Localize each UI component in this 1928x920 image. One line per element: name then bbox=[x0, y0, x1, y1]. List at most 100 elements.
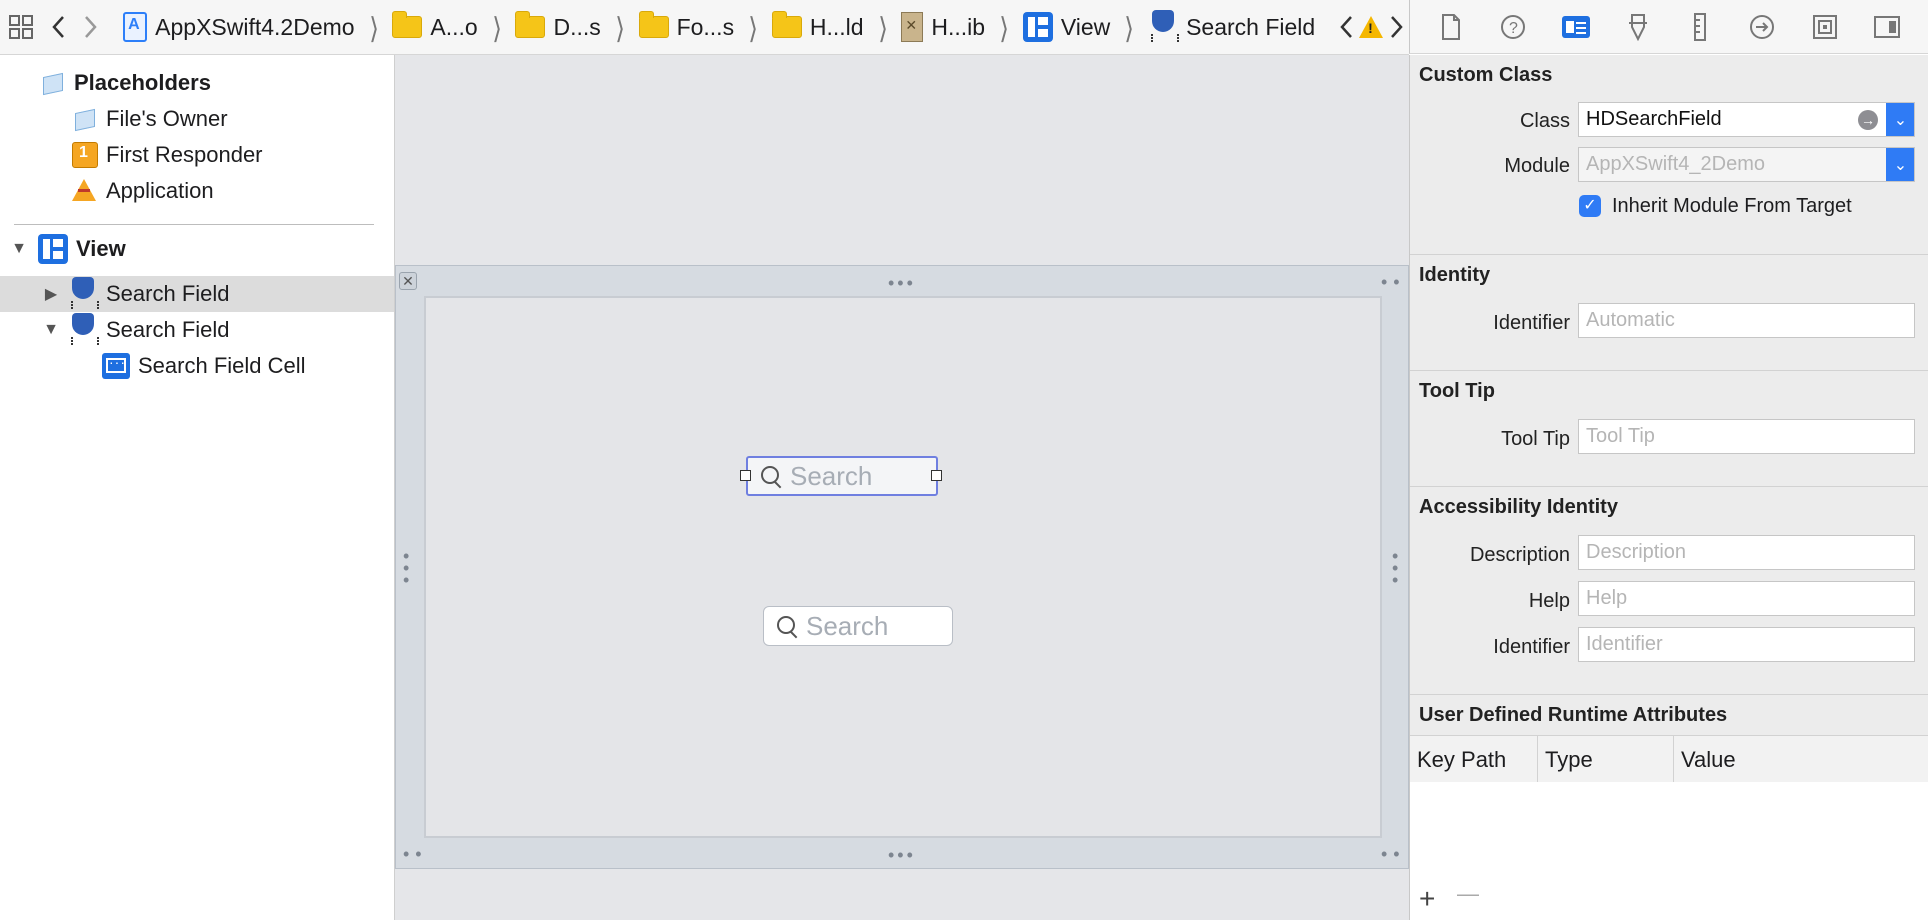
resize-handle-corner-icon[interactable]: •• bbox=[1381, 845, 1406, 863]
disclosure-triangle-down-icon[interactable]: ▼ bbox=[10, 240, 28, 258]
runtime-attributes-table[interactable] bbox=[1410, 782, 1928, 920]
outline-item-search-field[interactable]: ▶ Search Field bbox=[0, 276, 394, 312]
file-inspector-icon[interactable] bbox=[1437, 13, 1465, 41]
accessibility-description-field[interactable]: Description bbox=[1578, 535, 1915, 570]
search-field-selected[interactable]: Search bbox=[746, 456, 938, 496]
outline-label: Search Field Cell bbox=[138, 353, 306, 378]
resize-handle-bottom-icon[interactable]: ••• bbox=[888, 846, 916, 864]
breadcrumb-label: Fo...s bbox=[676, 13, 735, 40]
resize-handle-right-icon[interactable]: • • • bbox=[1392, 547, 1402, 589]
attributes-inspector-icon[interactable] bbox=[1624, 13, 1652, 41]
previous-issue-icon[interactable] bbox=[1333, 0, 1358, 54]
breadcrumb-folder[interactable]: H...ld bbox=[768, 11, 868, 41]
column-header-key-path[interactable]: Key Path bbox=[1410, 736, 1537, 783]
resize-handle-top-icon[interactable]: ••• bbox=[888, 274, 916, 292]
section-divider bbox=[1410, 486, 1928, 487]
resize-handle-right-icon[interactable] bbox=[931, 470, 942, 481]
outline-item-view[interactable]: ▼ View bbox=[0, 231, 394, 267]
breadcrumb-folder[interactable]: D...s bbox=[511, 11, 604, 41]
disclosure-triangle-right-icon[interactable]: ▶ bbox=[42, 284, 60, 304]
jump-bar: AppXSwift4.2Demo ❭ A...o ❭ D...s ❭ Fo...… bbox=[0, 0, 1409, 55]
back-arrow-icon[interactable] bbox=[41, 0, 74, 54]
breadcrumb-separator: ❭ bbox=[613, 11, 626, 42]
next-issue-icon[interactable] bbox=[1384, 0, 1409, 54]
help-placeholder: Help bbox=[1586, 587, 1628, 609]
close-icon[interactable]: ✕ bbox=[399, 272, 417, 290]
outline-item-placeholders[interactable]: Placeholders bbox=[0, 65, 394, 101]
module-combo-field[interactable]: AppXSwift4_2Demo ⌄ bbox=[1578, 147, 1915, 182]
magnifier-icon bbox=[776, 615, 798, 637]
breadcrumb-view[interactable]: View bbox=[1019, 12, 1114, 42]
disclosure-triangle-down-icon[interactable]: ▼ bbox=[42, 321, 60, 339]
search-field-icon bbox=[1148, 10, 1180, 44]
breadcrumb-folder[interactable]: Fo...s bbox=[635, 11, 739, 41]
module-label: Module bbox=[1504, 155, 1570, 177]
project-icon bbox=[123, 12, 148, 42]
accessibility-help-field[interactable]: Help bbox=[1578, 581, 1915, 616]
folder-icon bbox=[771, 11, 802, 38]
accessibility-help-label: Help bbox=[1528, 590, 1570, 612]
breadcrumb-separator: ❭ bbox=[367, 11, 380, 42]
search-field-cell-icon bbox=[102, 353, 130, 379]
breadcrumb-project[interactable]: AppXSwift4.2Demo bbox=[119, 12, 358, 42]
chevron-down-icon[interactable]: ⌄ bbox=[1886, 103, 1914, 136]
outline-item-first-responder[interactable]: First Responder bbox=[0, 137, 394, 173]
view-icon bbox=[1022, 12, 1053, 42]
identifier-field[interactable]: Automatic bbox=[1578, 303, 1915, 338]
breadcrumb-xib[interactable]: H...ib bbox=[897, 12, 989, 42]
warning-icon[interactable] bbox=[1358, 0, 1384, 54]
content-view[interactable] bbox=[424, 296, 1382, 838]
accessibility-description-label: Description bbox=[1469, 544, 1570, 566]
breadcrumb-search-field[interactable]: Search Field bbox=[1144, 10, 1319, 44]
outline-item-search-field[interactable]: ▼ Search Field bbox=[0, 312, 394, 348]
remove-attribute-button[interactable]: — bbox=[1457, 881, 1479, 907]
identifier-placeholder: Automatic bbox=[1586, 309, 1675, 331]
resize-handle-left-icon[interactable]: • • • bbox=[403, 547, 413, 589]
go-to-class-icon[interactable]: → bbox=[1858, 110, 1878, 130]
forward-arrow-icon[interactable] bbox=[74, 0, 107, 54]
outline-label: Application bbox=[106, 178, 214, 203]
column-header-value[interactable]: Value bbox=[1673, 736, 1928, 783]
breadcrumb-label: AppXSwift4.2Demo bbox=[155, 13, 355, 40]
section-title-accessibility: Accessibility Identity bbox=[1419, 496, 1618, 518]
class-combo-field[interactable]: HDSearchField → ⌄ bbox=[1578, 102, 1915, 137]
resize-handle-corner-icon[interactable]: •• bbox=[403, 845, 428, 863]
breadcrumb-separator: ❭ bbox=[746, 11, 759, 42]
search-field[interactable]: Search bbox=[763, 606, 953, 646]
tooltip-field[interactable]: Tool Tip bbox=[1578, 419, 1915, 454]
outline-item-application[interactable]: Application bbox=[0, 173, 394, 209]
view-effects-inspector-icon[interactable] bbox=[1873, 13, 1901, 41]
search-placeholder: Search bbox=[790, 460, 873, 491]
outline-item-search-field-cell[interactable]: Search Field Cell bbox=[0, 348, 394, 384]
outline-divider bbox=[14, 224, 374, 225]
breadcrumb-folder[interactable]: A...o bbox=[388, 11, 481, 41]
resize-handle-corner-icon[interactable]: •• bbox=[1381, 273, 1406, 291]
bindings-inspector-icon[interactable] bbox=[1811, 13, 1839, 41]
column-header-type[interactable]: Type bbox=[1537, 736, 1673, 783]
add-attribute-button[interactable]: + bbox=[1419, 883, 1435, 915]
runtime-attributes-table-header: Key Path Type Value bbox=[1410, 735, 1928, 784]
outline-label: Search Field bbox=[106, 317, 230, 342]
search-field-icon bbox=[68, 313, 99, 347]
accessibility-identifier-label: Identifier bbox=[1493, 636, 1570, 658]
inherit-module-checkbox[interactable]: ✓ bbox=[1579, 195, 1601, 217]
breadcrumb-separator: ❭ bbox=[490, 11, 503, 42]
inherit-module-label: Inherit Module From Target bbox=[1612, 195, 1852, 217]
placeholders-cube-icon bbox=[40, 70, 66, 96]
connections-inspector-icon[interactable] bbox=[1748, 13, 1776, 41]
section-divider bbox=[1410, 694, 1928, 695]
resize-handle-left-icon[interactable] bbox=[740, 470, 751, 481]
search-placeholder: Search bbox=[806, 610, 889, 641]
breadcrumb-label: D...s bbox=[553, 13, 601, 40]
identity-inspector-icon[interactable] bbox=[1561, 13, 1590, 41]
identity-inspector: Custom Class Class HDSearchField → ⌄ Mod… bbox=[1409, 55, 1928, 920]
outline-item-files-owner[interactable]: File's Owner bbox=[0, 101, 394, 137]
quick-help-icon[interactable]: ? bbox=[1499, 13, 1527, 41]
chevron-down-icon[interactable]: ⌄ bbox=[1886, 148, 1914, 181]
related-items-icon[interactable] bbox=[0, 0, 41, 54]
accessibility-identifier-placeholder: Identifier bbox=[1586, 633, 1663, 655]
size-inspector-icon[interactable] bbox=[1686, 12, 1714, 41]
svg-text:?: ? bbox=[1509, 20, 1518, 37]
tooltip-label: Tool Tip bbox=[1501, 428, 1570, 450]
accessibility-identifier-field[interactable]: Identifier bbox=[1578, 627, 1915, 662]
